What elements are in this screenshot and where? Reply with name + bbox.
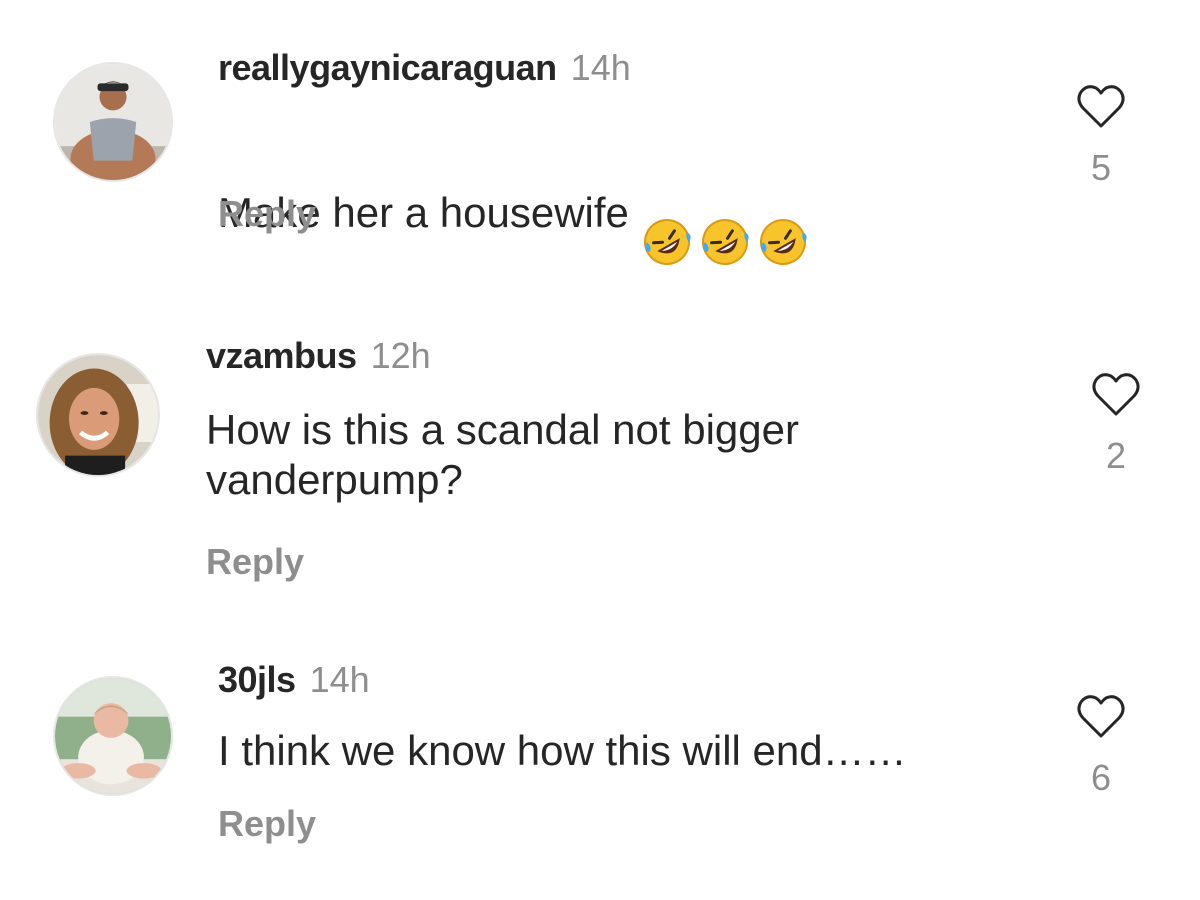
like-control: 5	[1071, 82, 1131, 188]
rolling-on-floor-laughing-emoji	[643, 218, 691, 265]
timestamp: 14h	[570, 47, 631, 88]
avatar-photo	[55, 64, 171, 180]
avatar[interactable]	[53, 676, 173, 796]
comment-item: 30jls 14h I think we know how this will e…	[0, 620, 1200, 890]
avatar-photo	[38, 355, 158, 475]
reply-button[interactable]: Reply	[218, 194, 316, 234]
username[interactable]: vzambus	[206, 335, 357, 376]
like-control: 2	[1086, 370, 1146, 476]
heart-icon[interactable]	[1075, 82, 1127, 130]
timestamp: 12h	[370, 335, 431, 376]
comment-header: vzambus 12h	[206, 336, 431, 376]
avatar-photo	[55, 678, 171, 794]
like-count: 2	[1105, 435, 1127, 476]
comment-header: 30jls 14h	[218, 660, 370, 700]
comment-item: vzambus 12h How is this a scandal not big…	[0, 300, 1200, 600]
comment-text: I think we know how this will end……	[218, 727, 907, 774]
heart-icon[interactable]	[1075, 692, 1127, 740]
username[interactable]: 30jls	[218, 659, 296, 700]
reply-button[interactable]: Reply	[218, 804, 316, 844]
reply-button[interactable]: Reply	[206, 542, 304, 582]
timestamp: 14h	[309, 659, 370, 700]
comment-item: reallygaynicaraguan 14h Make her a housew…	[0, 0, 1200, 280]
comment-text: How is this a scandal not bigger vanderp…	[206, 406, 799, 503]
heart-icon[interactable]	[1090, 370, 1142, 418]
like-control: 6	[1071, 692, 1131, 798]
avatar[interactable]	[53, 62, 173, 182]
emoji-group	[641, 164, 815, 268]
rolling-on-floor-laughing-emoji	[701, 218, 749, 265]
comment-header: reallygaynicaraguan 14h	[218, 48, 631, 88]
comment-text: Make her a housewife	[218, 114, 815, 268]
like-count: 6	[1090, 757, 1112, 798]
like-count: 5	[1090, 147, 1112, 188]
rolling-on-floor-laughing-emoji	[759, 218, 807, 265]
username[interactable]: reallygaynicaraguan	[218, 47, 557, 88]
avatar[interactable]	[36, 353, 160, 477]
